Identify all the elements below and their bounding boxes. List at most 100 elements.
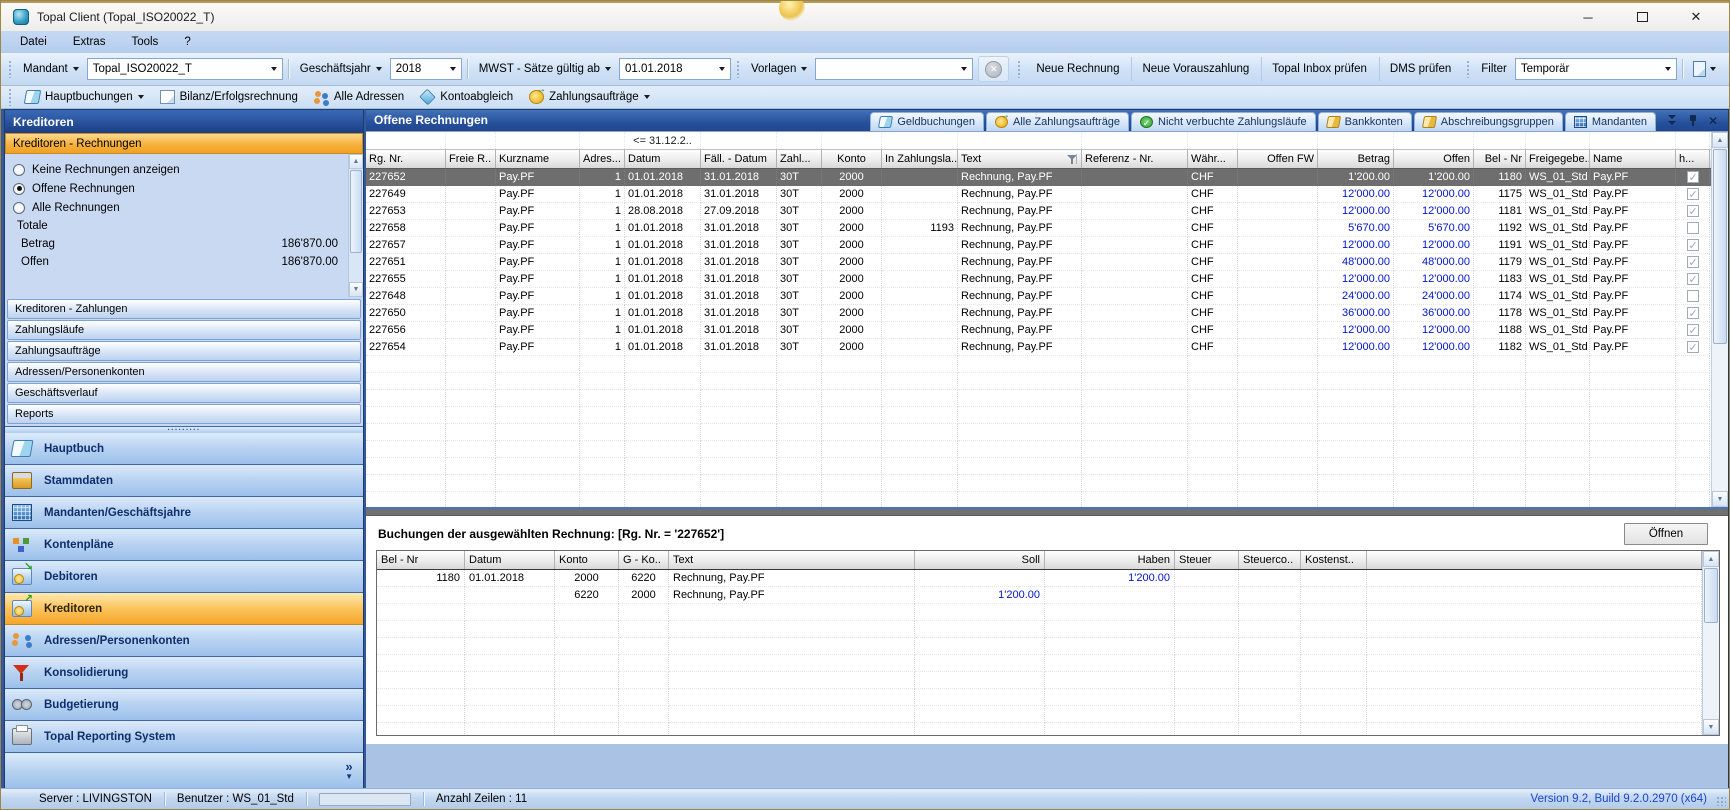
toolbar-button[interactable]: DMS prüfen xyxy=(1379,57,1461,81)
column-header[interactable]: Adres... xyxy=(580,150,625,168)
radio-icon[interactable] xyxy=(13,183,25,195)
freigabe-checkbox[interactable] xyxy=(1687,324,1699,336)
sidebar-section-item[interactable]: Geschäftsverlauf xyxy=(7,383,361,403)
column-header[interactable]: Konto xyxy=(555,551,619,569)
grid-vertical-scrollbar[interactable]: ▲ ▼ xyxy=(1711,132,1728,507)
buchung-row[interactable]: 1180 01.01.2018 2000 6220 Rechnung, Pay.… xyxy=(377,570,1702,587)
dock-tab[interactable]: Nicht verbuchte Zahlungsläufe xyxy=(1131,112,1316,131)
table-row[interactable]: 227650 Pay.PF 1 01.01.2018 31.01.2018 30… xyxy=(366,305,1711,322)
column-header[interactable]: Zahl... xyxy=(777,150,822,168)
mwst-date-combobox[interactable]: 01.01.2018 xyxy=(619,58,731,80)
dock-tab[interactable]: Bankkonten xyxy=(1318,112,1412,131)
panel-splitter[interactable] xyxy=(366,507,1728,515)
combo-arrow-icon[interactable] xyxy=(714,59,730,79)
nav-item[interactable]: Stammdaten xyxy=(5,465,363,497)
column-header[interactable]: Text xyxy=(958,150,1082,168)
toolbar-button[interactable]: Topal Inbox prüfen xyxy=(1261,57,1377,81)
nav-item[interactable]: Debitoren xyxy=(5,561,363,593)
minimize-button[interactable]: ─ xyxy=(1573,6,1603,28)
scrollbar-down-button[interactable]: ▼ xyxy=(1703,719,1719,735)
column-header[interactable]: In Zahlungsla... xyxy=(882,150,958,168)
scrollbar-up-button[interactable]: ▲ xyxy=(349,154,363,169)
table-row[interactable]: 227655 Pay.PF 1 01.01.2018 31.01.2018 30… xyxy=(366,271,1711,288)
close-button[interactable]: ✕ xyxy=(1681,6,1711,28)
column-header[interactable]: Kostenst.. xyxy=(1301,551,1367,569)
close-panel-icon[interactable]: ✕ xyxy=(1708,115,1718,127)
nav-item[interactable]: Adressen/Personenkonten xyxy=(5,625,363,657)
table-row[interactable]: 227653 Pay.PF 1 28.08.2018 27.09.2018 30… xyxy=(366,203,1711,220)
geschaeftsjahr-combobox[interactable]: 2018 xyxy=(390,58,462,80)
nav-item[interactable]: Kreditoren xyxy=(5,593,363,625)
table-row[interactable]: 227652 Pay.PF 1 01.01.2018 31.01.2018 30… xyxy=(366,169,1711,186)
combo-arrow-icon[interactable] xyxy=(445,59,461,79)
scrollbar-down-button[interactable]: ▼ xyxy=(1712,491,1728,507)
column-header[interactable]: Text xyxy=(669,551,915,569)
nav-item[interactable]: Budgetierung xyxy=(5,689,363,721)
dock-tab[interactable]: Geldbuchungen xyxy=(870,112,984,131)
combo-arrow-icon[interactable] xyxy=(1660,59,1676,79)
column-header[interactable]: Haben xyxy=(1045,551,1175,569)
column-header[interactable]: Offen FW xyxy=(1238,150,1318,168)
open-button[interactable]: Öffnen xyxy=(1624,523,1708,545)
filter-combobox[interactable]: Temporär xyxy=(1515,58,1677,80)
vorlagen-combobox[interactable] xyxy=(815,58,973,80)
maximize-button[interactable] xyxy=(1627,6,1657,28)
column-header[interactable]: Soll xyxy=(915,551,1045,569)
toolbar-grip[interactable] xyxy=(8,88,12,106)
filter-funnel-icon[interactable] xyxy=(1067,154,1077,164)
sidebar-section-item[interactable]: Zahlungsläufe xyxy=(7,320,361,340)
freigabe-checkbox[interactable] xyxy=(1687,205,1699,217)
column-header[interactable]: Name xyxy=(1590,150,1676,168)
nav-item[interactable]: Kontenpläne xyxy=(5,529,363,561)
sidebar-splitter[interactable]: ········· xyxy=(5,426,363,433)
mandant-combobox[interactable]: Topal_ISO20022_T xyxy=(87,58,283,80)
quick-toolbar-item[interactable]: Alle Adressen xyxy=(308,87,410,108)
table-row[interactable]: 227654 Pay.PF 1 01.01.2018 31.01.2018 30… xyxy=(366,339,1711,356)
freigabe-checkbox[interactable] xyxy=(1687,222,1699,234)
radio-option[interactable]: Alle Rechnungen xyxy=(13,198,344,217)
sidebar-scrollbar[interactable]: ▲ ▼ xyxy=(348,154,363,297)
table-row[interactable]: 227656 Pay.PF 1 01.01.2018 31.01.2018 30… xyxy=(366,322,1711,339)
toolbar-grip[interactable] xyxy=(1466,60,1470,78)
freigabe-checkbox[interactable] xyxy=(1687,341,1699,353)
table-row[interactable]: 227648 Pay.PF 1 01.01.2018 31.01.2018 30… xyxy=(366,288,1711,305)
scrollbar-thumb[interactable] xyxy=(1713,149,1727,344)
nav-item[interactable]: Konsolidierung xyxy=(5,657,363,689)
column-header[interactable]: Konto xyxy=(822,150,882,168)
sidebar-section-item[interactable]: Reports xyxy=(7,404,361,424)
table-row[interactable]: 227651 Pay.PF 1 01.01.2018 31.01.2018 30… xyxy=(366,254,1711,271)
column-header[interactable]: h... xyxy=(1676,150,1710,168)
freigabe-checkbox[interactable] xyxy=(1687,273,1699,285)
vorlagen-dropdown-button[interactable]: Vorlagen xyxy=(745,57,813,81)
mwst-dropdown-button[interactable]: MWST - Sätze gültig ab xyxy=(473,57,617,81)
column-header[interactable]: Referenz - Nr. xyxy=(1082,150,1188,168)
table-row[interactable]: 227658 Pay.PF 1 01.01.2018 31.01.2018 30… xyxy=(366,220,1711,237)
sub-grid-vertical-scrollbar[interactable]: ▲ ▼ xyxy=(1702,551,1719,735)
sidebar-section-kreditoren-rechnungen[interactable]: Kreditoren - Rechnungen xyxy=(5,133,363,154)
freigabe-checkbox[interactable] xyxy=(1687,256,1699,268)
sidebar-section-item[interactable]: Adressen/Personenkonten xyxy=(7,362,361,382)
date-filter-value[interactable]: <= 31.12.2.. xyxy=(625,132,701,149)
column-header[interactable]: G - Ko.. xyxy=(619,551,669,569)
clear-template-button[interactable]: ✕ xyxy=(985,61,1002,78)
freigabe-checkbox[interactable] xyxy=(1687,188,1699,200)
toolbar-grip[interactable] xyxy=(736,60,740,78)
menu-item[interactable]: Extras xyxy=(60,31,119,53)
column-header[interactable]: Rg. Nr. xyxy=(366,150,446,168)
new-filter-document-button[interactable] xyxy=(1688,57,1721,81)
quick-toolbar-item[interactable]: Kontoabgleich xyxy=(414,87,519,108)
collapse-panel-icon[interactable] xyxy=(1667,115,1678,127)
sidebar-section-item[interactable]: Zahlungsaufträge xyxy=(7,341,361,361)
mandant-dropdown-button[interactable]: Mandant xyxy=(17,57,85,81)
resize-grip[interactable] xyxy=(1716,796,1726,806)
pin-panel-icon[interactable] xyxy=(1688,114,1698,127)
nav-item[interactable]: Mandanten/Geschäftsjahre xyxy=(5,497,363,529)
dock-tab[interactable]: Alle Zahlungsaufträge xyxy=(986,112,1129,131)
column-header[interactable]: Bel - Nr xyxy=(1474,150,1526,168)
column-header[interactable]: Betrag xyxy=(1318,150,1394,168)
column-header[interactable]: Währ... xyxy=(1188,150,1238,168)
column-header[interactable]: Freigegebe... xyxy=(1526,150,1590,168)
toolbar-grip[interactable] xyxy=(1017,60,1021,78)
grid-filter-row[interactable]: <= 31.12.2.. xyxy=(366,132,1711,150)
column-header[interactable]: Kurzname xyxy=(496,150,580,168)
